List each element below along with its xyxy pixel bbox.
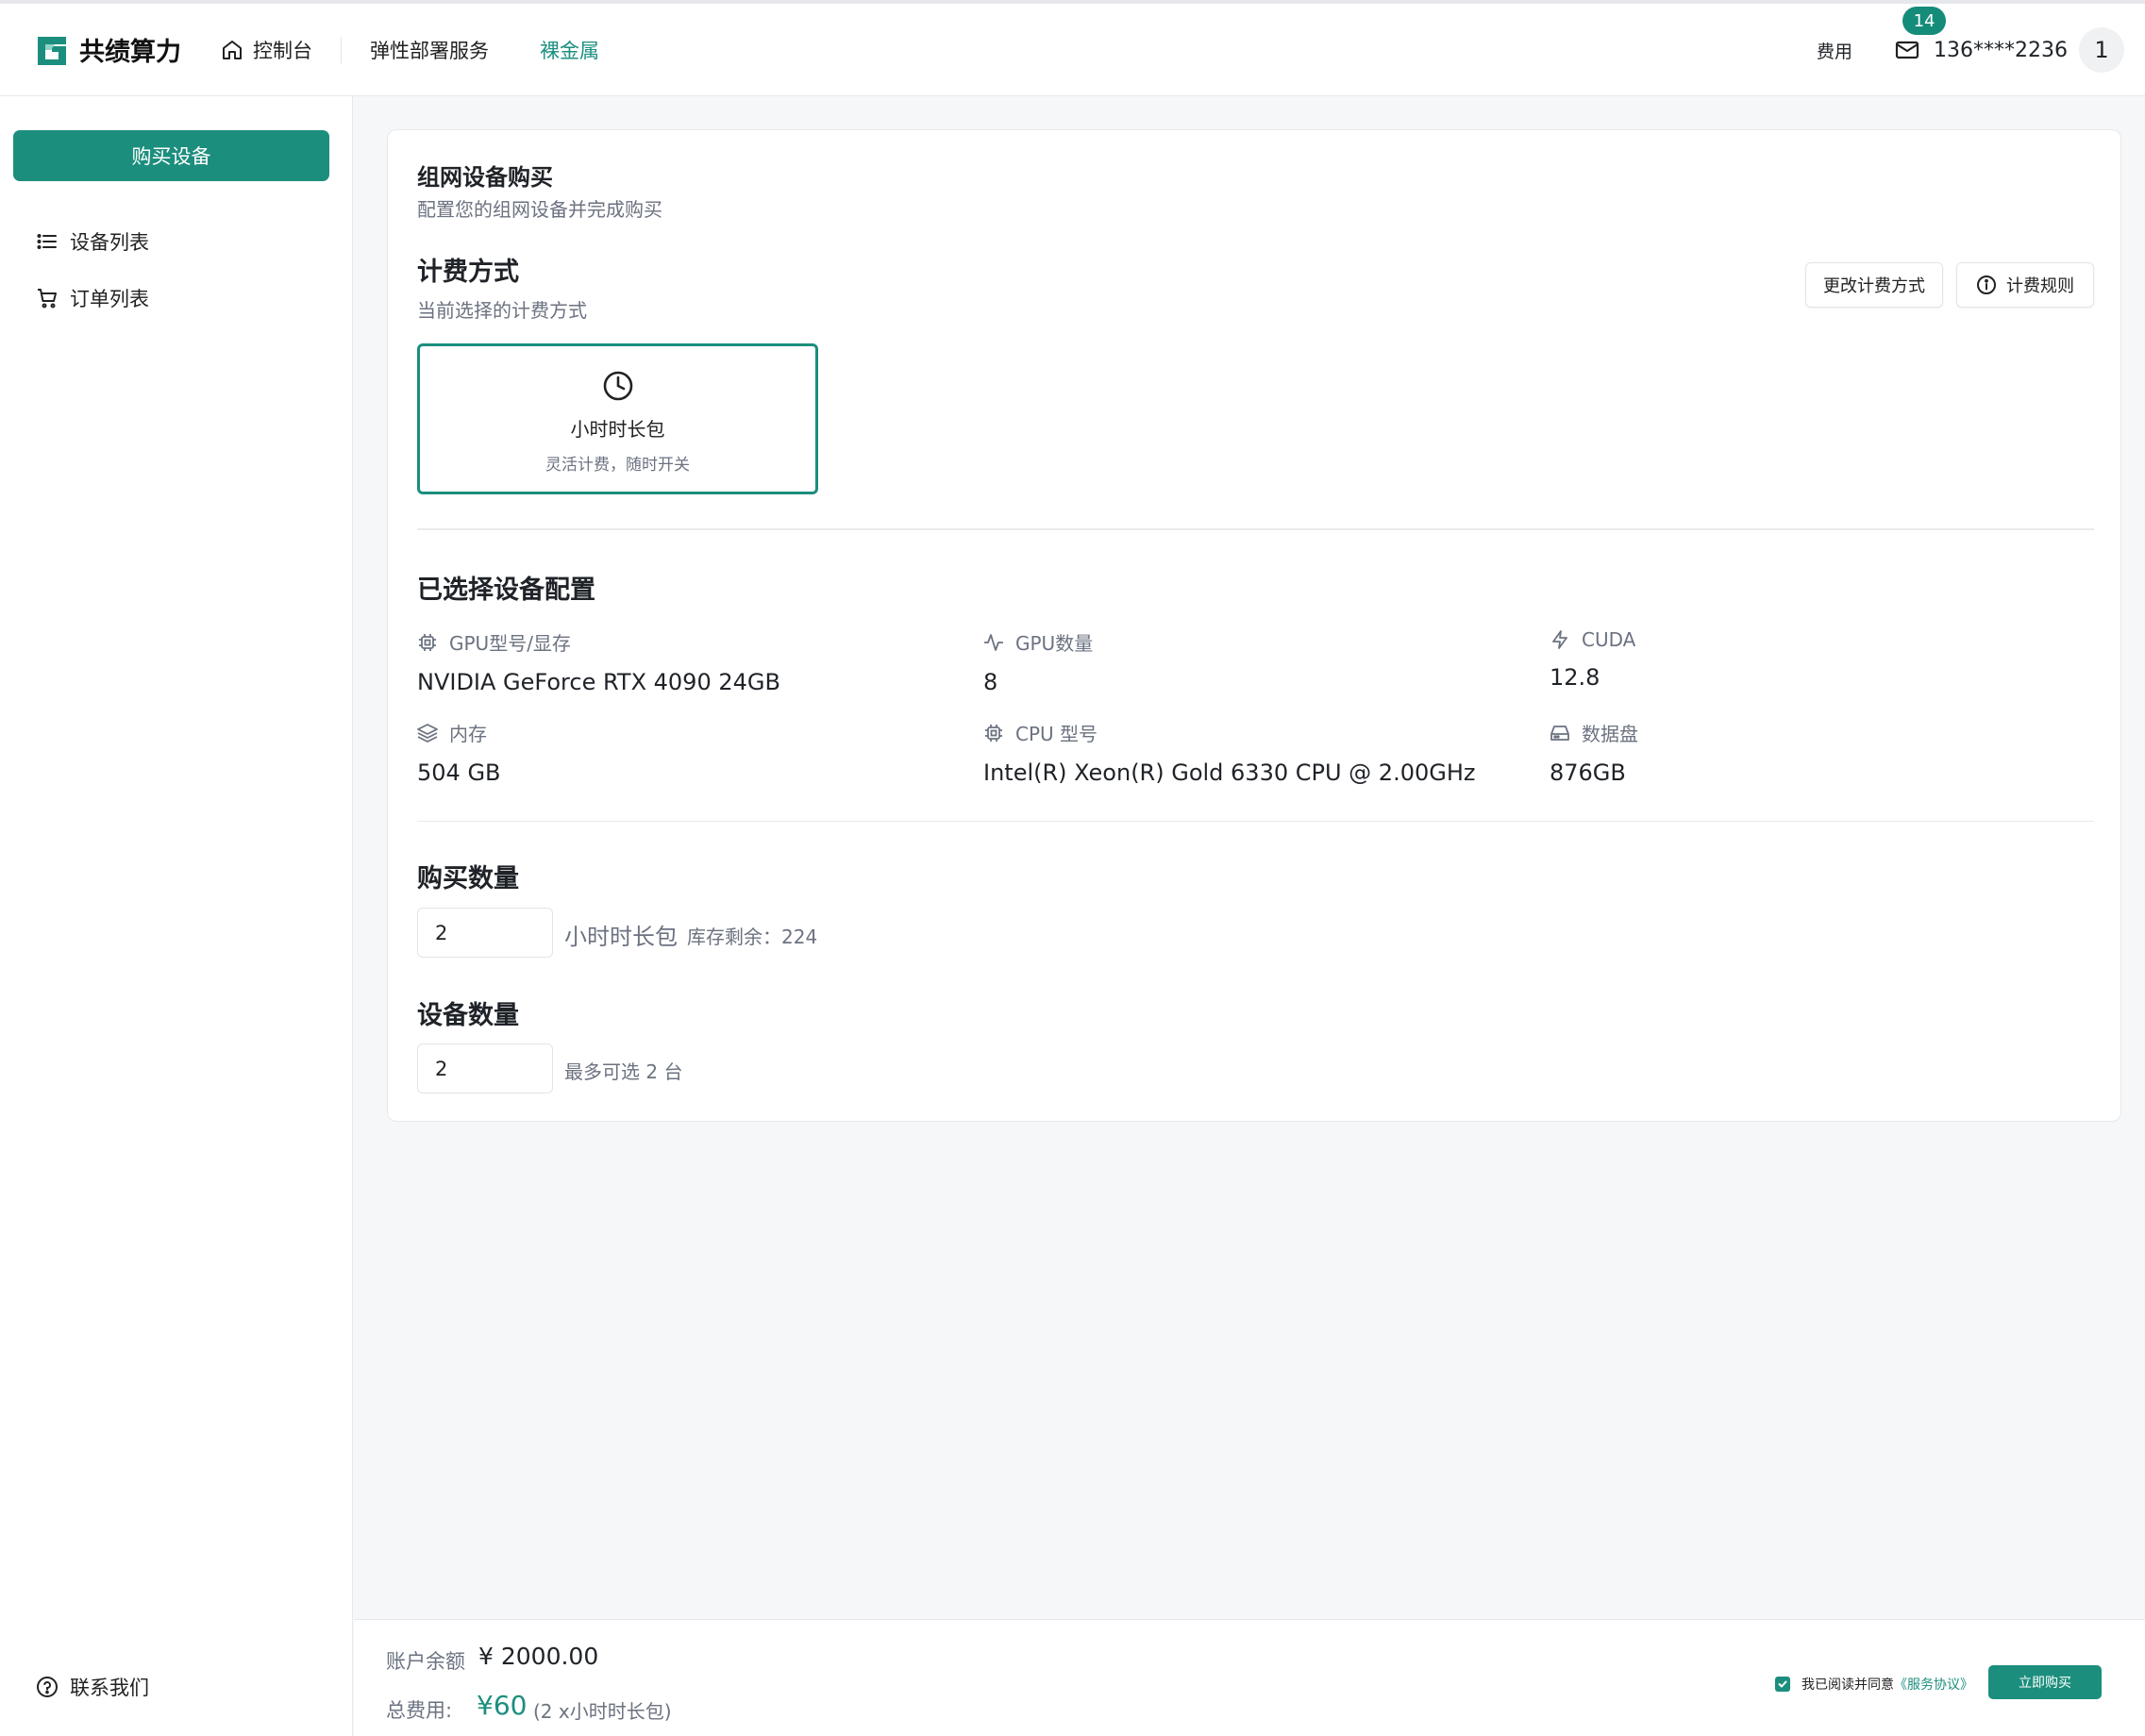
- home-icon: [223, 40, 242, 59]
- agreement-text: 我已阅读并同意: [1801, 1678, 1894, 1693]
- lightning-icon: [1552, 630, 1567, 649]
- selected-plan-card[interactable]: 小时时长包 灵活计费，随时开关: [417, 343, 818, 494]
- balance-value: ¥ 2000.00: [478, 1643, 599, 1670]
- quantity-unit: 小时时长包: [564, 924, 678, 950]
- contact-us-link[interactable]: 联系我们: [36, 1673, 149, 1701]
- total-fee-label: 总费用:: [386, 1699, 453, 1722]
- stock-remaining: 库存剩余：224: [687, 926, 818, 948]
- nav-divider: [341, 36, 342, 63]
- billing-section-subtitle: 当前选择的计费方式: [417, 299, 587, 322]
- list-icon: [37, 234, 57, 249]
- section-divider: [417, 821, 2094, 822]
- fee-link[interactable]: 费用: [1817, 38, 1852, 63]
- device-count-input[interactable]: [417, 1043, 553, 1093]
- spec-gpu-count: GPU数量 8: [983, 628, 1093, 695]
- service-agreement-link[interactable]: 《服务协议》: [1894, 1675, 1973, 1694]
- checkmark-icon: [1778, 1680, 1787, 1688]
- top-header: 共绩算力 控制台 弹性部署服务 裸金属 费用 14 136****2236 1: [0, 0, 2145, 96]
- billing-section-title: 计费方式: [417, 258, 519, 287]
- contact-us-label: 联系我们: [70, 1677, 149, 1699]
- billing-rules-label: 计费规则: [2006, 276, 2074, 295]
- page-title: 组网设备购买: [417, 164, 553, 191]
- spec-gpu-model: GPU型号/显存 NVIDIA GeForce RTX 4090 24GB: [417, 628, 780, 695]
- quantity-section-title: 购买数量: [417, 864, 519, 893]
- spec-data-disk: 数据盘 876GB: [1550, 719, 1638, 786]
- messages-button[interactable]: 14: [1894, 7, 1947, 63]
- device-count-section-title: 设备数量: [417, 1001, 519, 1030]
- mail-icon: [1895, 41, 1919, 59]
- billing-rules-button[interactable]: 计费规则: [1956, 262, 2094, 308]
- brand-logo[interactable]: 共绩算力: [34, 31, 185, 68]
- purchase-quantity-input[interactable]: [417, 908, 553, 958]
- sidebar-item-label: 设备列表: [70, 231, 149, 254]
- nav-console-label: 控制台: [253, 39, 312, 62]
- balance-label: 账户余额: [386, 1650, 465, 1673]
- spec-value: 12.8: [1550, 664, 1600, 691]
- harddrive-icon: [1550, 725, 1569, 741]
- section-divider: [417, 528, 2094, 530]
- user-phone[interactable]: 136****2236: [1934, 39, 2068, 62]
- spec-cpu-model: CPU 型号 Intel(R) Xeon(R) Gold 6330 CPU @ …: [983, 719, 1475, 786]
- cpu-icon: [985, 724, 1002, 742]
- activity-icon: [984, 633, 1003, 651]
- spec-value: 876GB: [1550, 760, 1626, 786]
- agreement-checkbox[interactable]: [1775, 1677, 1790, 1692]
- clock-icon: [603, 371, 632, 401]
- layers-icon: [417, 723, 438, 743]
- nav-console[interactable]: 控制台: [221, 36, 312, 64]
- buy-now-button[interactable]: 立即购买: [1988, 1665, 2102, 1699]
- page-subtitle: 配置您的组网设备并完成购买: [417, 198, 662, 221]
- spec-label: 数据盘: [1582, 723, 1638, 745]
- spec-value: Intel(R) Xeon(R) Gold 6330 CPU @ 2.00GHz: [983, 760, 1476, 786]
- device-count-hint: 最多可选 2 台: [564, 1060, 683, 1083]
- config-section-title: 已选择设备配置: [417, 576, 595, 605]
- spec-value: 504 GB: [417, 760, 501, 786]
- avatar[interactable]: 1: [2079, 27, 2124, 73]
- total-fee-detail: (2 x小时时长包): [533, 1700, 672, 1723]
- brand-name: 共绩算力: [79, 38, 181, 67]
- spec-label: CPU 型号: [1015, 723, 1098, 745]
- cart-icon: [38, 289, 57, 309]
- spec-memory: 内存 504 GB: [417, 719, 501, 786]
- spec-label: CUDA: [1582, 628, 1636, 651]
- nav-bare-metal[interactable]: 裸金属: [540, 36, 599, 64]
- spec-value: 8: [983, 669, 998, 695]
- purchase-card: 组网设备购买 配置您的组网设备并完成购买 计费方式 当前选择的计费方式 更改计费…: [387, 129, 2121, 1122]
- message-count-badge: 14: [1902, 7, 1947, 35]
- buy-device-button[interactable]: 购买设备: [13, 130, 329, 181]
- sidebar-item-label: 订单列表: [70, 288, 149, 310]
- spec-label: 内存: [449, 723, 487, 745]
- checkout-footer: 账户余额 ¥ 2000.00 总费用: ¥60 (2 x小时时长包) 我已阅读并…: [354, 1619, 2145, 1736]
- sidebar: 购买设备 设备列表 订单列表 联系我们: [0, 96, 353, 1736]
- help-circle-icon: [37, 1677, 58, 1697]
- agreement-checkbox-row[interactable]: 我已阅读并同意 《服务协议》: [1775, 1675, 1973, 1694]
- brand-logo-icon: [38, 36, 66, 65]
- header-right: 费用 14 136****2236 1: [1817, 4, 2145, 96]
- spec-cuda: CUDA 12.8: [1550, 628, 1635, 691]
- change-billing-button[interactable]: 更改计费方式: [1805, 262, 1943, 308]
- plan-description: 灵活计费，随时开关: [545, 456, 690, 475]
- chip-icon: [419, 633, 436, 651]
- sidebar-item-devices[interactable]: 设备列表: [36, 227, 149, 256]
- sidebar-item-orders[interactable]: 订单列表: [36, 284, 149, 312]
- plan-name: 小时时长包: [570, 418, 665, 441]
- info-icon: [1977, 275, 1996, 294]
- total-fee-value: ¥60: [477, 1690, 528, 1721]
- spec-value: NVIDIA GeForce RTX 4090 24GB: [417, 669, 780, 695]
- spec-label: GPU数量: [1015, 632, 1094, 655]
- spec-label: GPU型号/显存: [449, 632, 571, 655]
- nav-elastic-deploy[interactable]: 弹性部署服务: [370, 36, 489, 64]
